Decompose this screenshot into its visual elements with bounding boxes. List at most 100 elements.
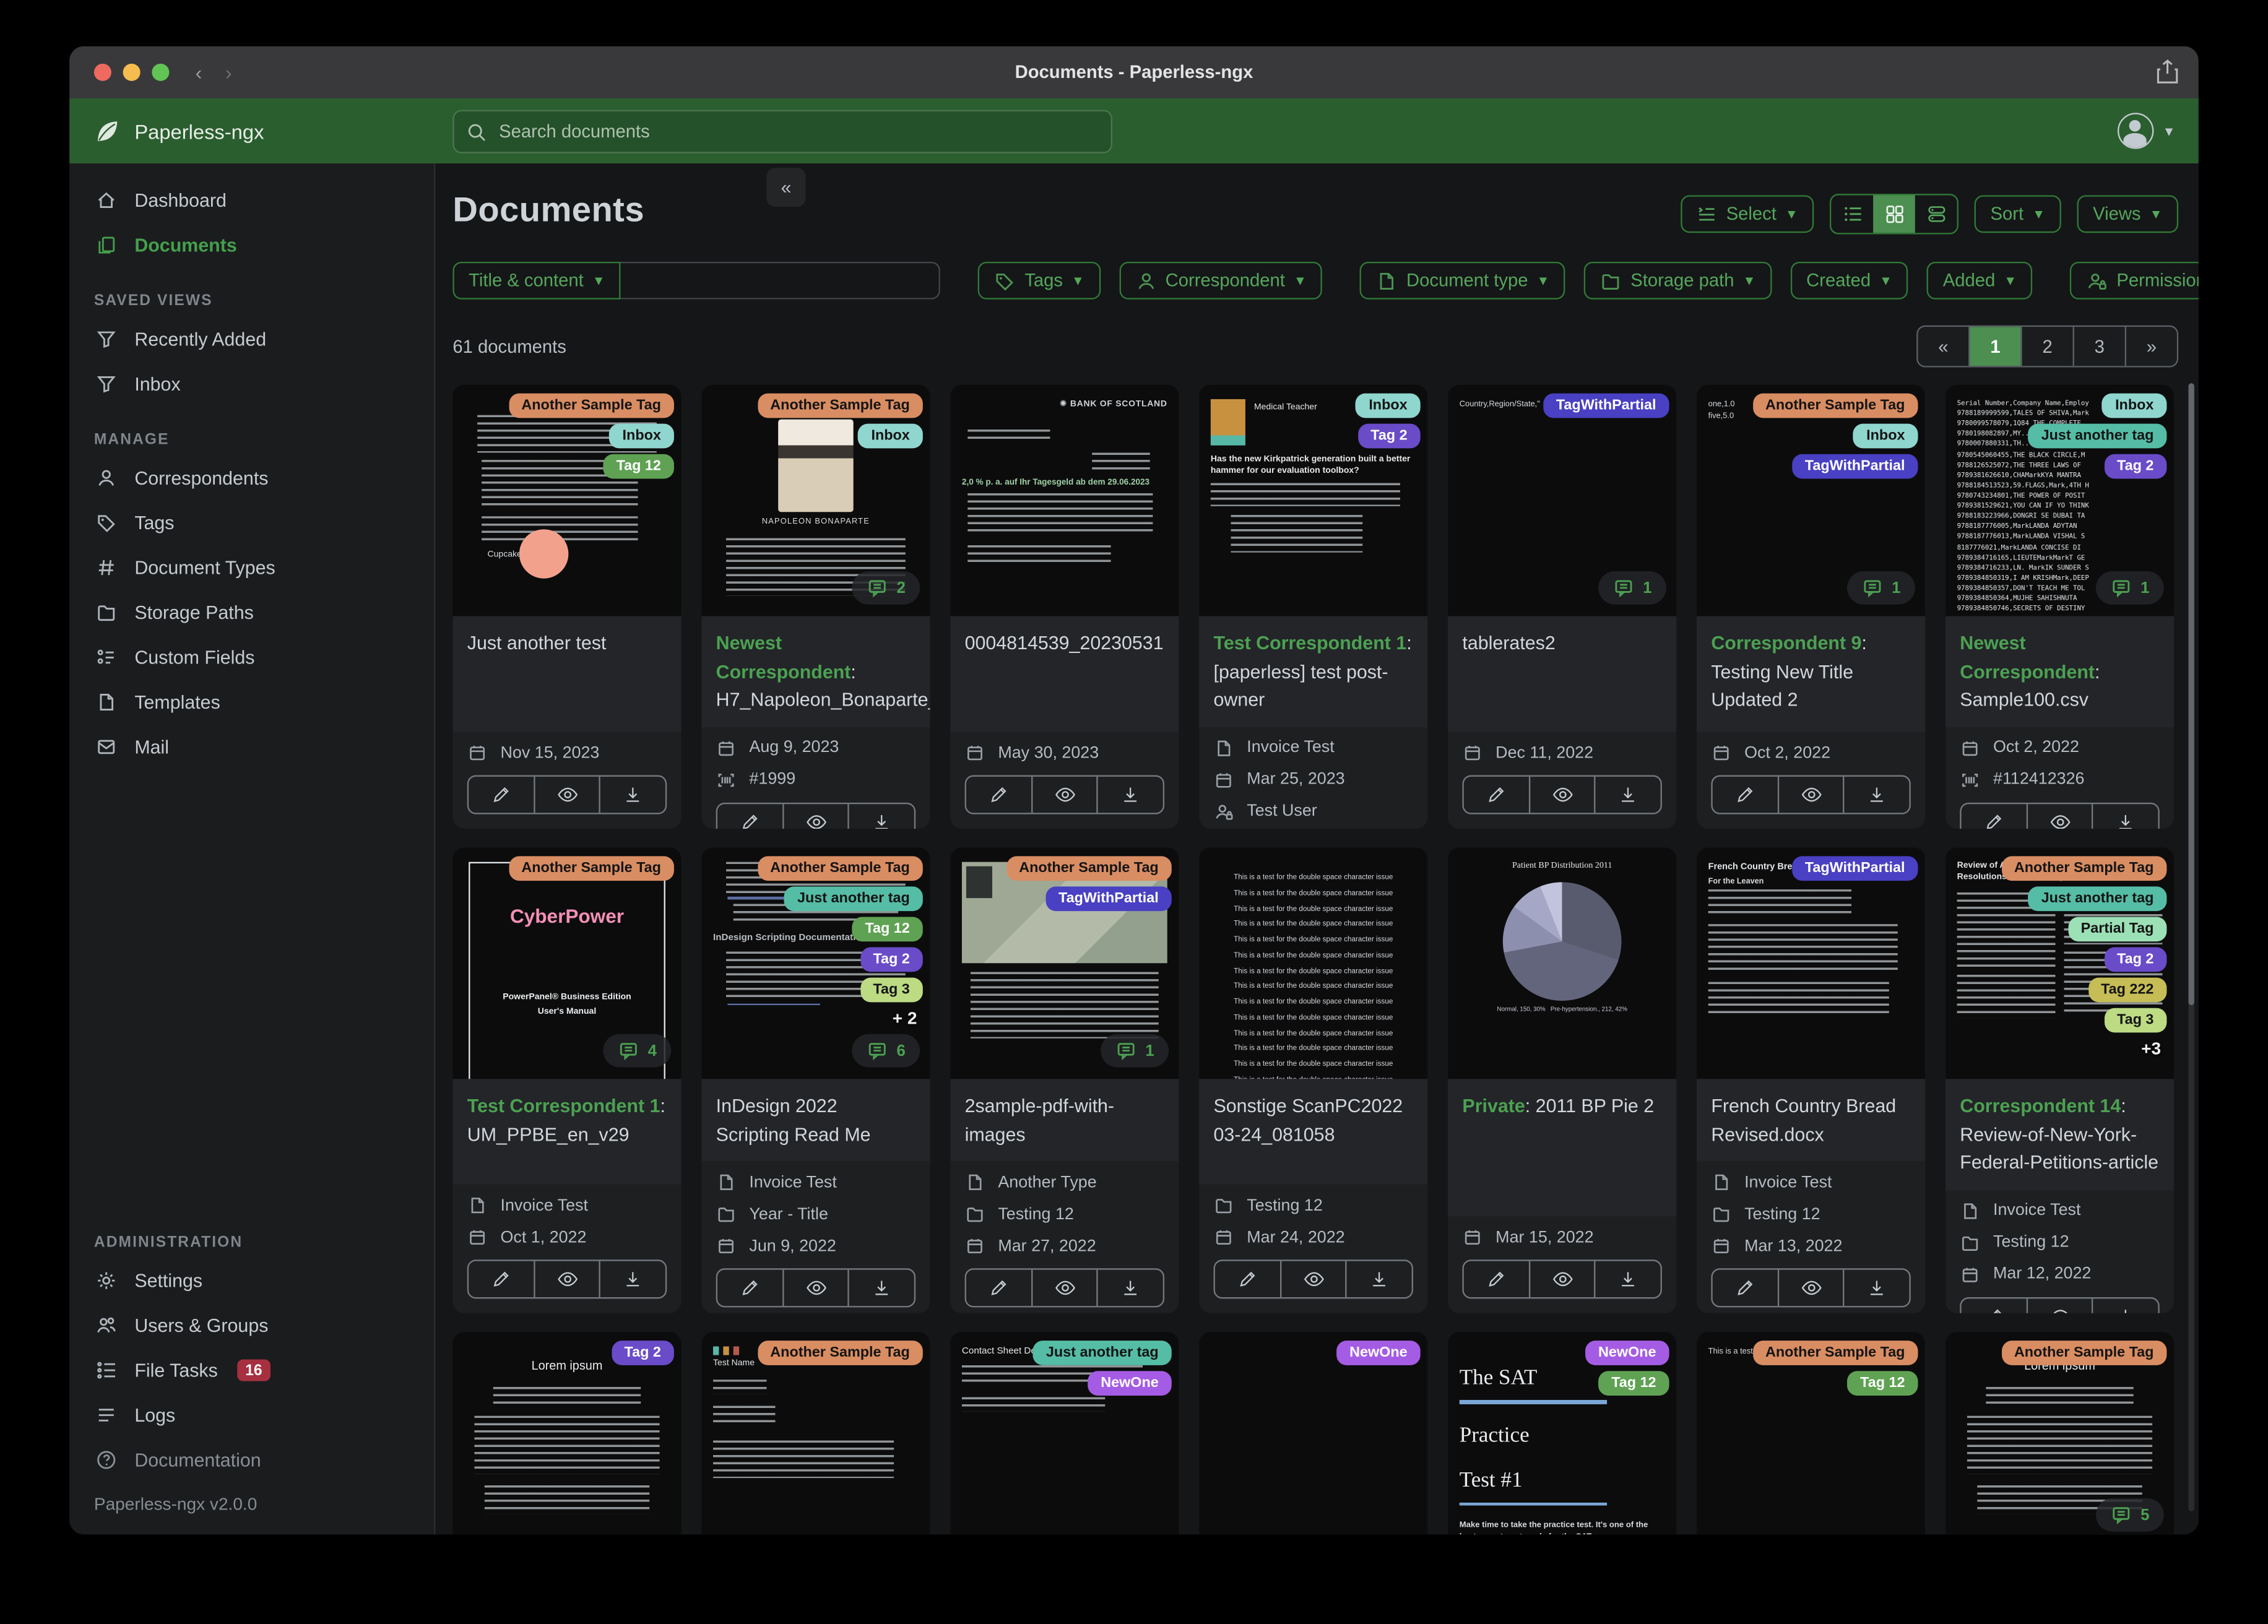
sidebar-item-tags[interactable]: Tags [69, 501, 434, 545]
preview-button[interactable] [1031, 1269, 1097, 1307]
document-card[interactable]: Another Sample Tag TagWithPartial 1 2samp… [950, 847, 1179, 1313]
preview-button[interactable] [782, 1269, 848, 1307]
tag-badge[interactable]: Just another tag [1032, 1341, 1172, 1365]
pagination-page-1[interactable]: 1 [1968, 327, 2021, 366]
download-button[interactable] [1097, 776, 1163, 813]
sidebar-item-mail[interactable]: Mail [69, 725, 434, 769]
document-title[interactable]: Sonstige ScanPC2022 03-24_081058 [1199, 1079, 1428, 1185]
views-button[interactable]: Views ▼ [2077, 195, 2179, 233]
sidebar-item-templates[interactable]: Templates [69, 680, 434, 724]
tag-badge[interactable]: Inbox [1853, 423, 1918, 449]
filter-text-input[interactable] [621, 261, 941, 300]
tag-badge[interactable]: Tag 2 [1357, 423, 1421, 449]
content-scrollbar[interactable] [2188, 383, 2194, 1511]
document-card[interactable]: Medical Teacher Has the new Kirkpatrick g… [1199, 384, 1428, 829]
pagination-page-3[interactable]: 3 [2072, 327, 2125, 366]
tag-badge[interactable]: TagWithPartial [1543, 393, 1669, 418]
tag-badge[interactable]: Just another tag [2028, 423, 2167, 449]
sidebar-item-users-groups[interactable]: Users & Groups [69, 1303, 434, 1347]
app-brand[interactable]: Paperless-ngx [93, 116, 264, 145]
tag-badge[interactable]: Just another tag [784, 886, 923, 912]
preview-button[interactable] [1279, 1261, 1346, 1298]
search-input[interactable] [496, 119, 1098, 144]
filter-created-button[interactable]: Created ▼ [1790, 261, 1908, 300]
document-title[interactable]: Just another test [452, 616, 682, 732]
tag-badge[interactable]: Another Sample Tag [1006, 856, 1172, 881]
preview-button[interactable] [1777, 776, 1843, 813]
sidebar-item-document-types[interactable]: Document Types [69, 545, 434, 590]
document-card[interactable]: Serial Number,Company Name,Employ 978818… [1945, 384, 2175, 829]
download-button[interactable] [848, 803, 914, 829]
preview-button[interactable] [782, 803, 848, 829]
tag-badge[interactable]: Tag 12 [1847, 1371, 1918, 1396]
filter-tags-button[interactable]: Tags ▼ [978, 261, 1101, 300]
preview-button[interactable] [533, 776, 599, 813]
download-button[interactable] [599, 1261, 665, 1298]
tag-badge[interactable]: Inbox [858, 423, 923, 449]
document-title[interactable]: Correspondent 9: Testing New Title Updat… [1696, 616, 1926, 732]
document-correspondent[interactable]: Test Correspondent 1 [467, 1095, 660, 1116]
edit-button[interactable] [1464, 777, 1528, 813]
document-card[interactable]: French Country Bread For the Leaven TagWi… [1696, 847, 1926, 1313]
sidebar-item-correspondents[interactable]: Correspondents [69, 456, 434, 500]
document-correspondent[interactable]: Private [1462, 1095, 1525, 1116]
tag-badge[interactable]: TagWithPartial [1791, 856, 1918, 881]
tag-badge[interactable]: Another Sample Tag [508, 393, 674, 418]
tag-badge[interactable]: Tag 12 [603, 454, 674, 479]
select-button[interactable]: Select ▼ [1681, 195, 1814, 233]
tag-badge[interactable]: Inbox [2102, 393, 2167, 418]
document-title[interactable]: Private: 2011 BP Pie 2 [1448, 1079, 1677, 1217]
tag-badge[interactable]: NewOne [1088, 1371, 1172, 1396]
global-search[interactable] [452, 110, 1112, 153]
tag-badge[interactable]: Partial Tag [2067, 917, 2167, 942]
edit-button[interactable] [1464, 1261, 1528, 1297]
sidebar-collapse-button[interactable]: « [766, 168, 806, 207]
sidebar-item-documents[interactable]: Documents [69, 223, 434, 267]
document-correspondent[interactable]: Test Correspondent 1 [1214, 632, 1407, 654]
sort-button[interactable]: Sort ▼ [1974, 195, 2061, 233]
sidebar-item-logs[interactable]: Logs [69, 1393, 434, 1437]
tag-badge[interactable]: Tag 2 [2104, 454, 2167, 479]
sidebar-item-file-tasks[interactable]: File Tasks 16 [69, 1348, 434, 1393]
view-grid-button[interactable] [1873, 195, 1916, 233]
document-card[interactable]: Country,Region/State," TagWithPartial 1 … [1448, 384, 1677, 829]
filter-added-button[interactable]: Added ▼ [1927, 261, 2033, 300]
document-title[interactable]: 0004814539_20230531 [950, 616, 1179, 732]
filter-permissions-button[interactable]: Permissions▼ [2070, 261, 2199, 300]
document-title[interactable]: InDesign 2022 Scripting Read Me [701, 1079, 930, 1162]
document-title[interactable]: 2sample-pdf-with-images [950, 1079, 1179, 1162]
sidebar-item-storage-paths[interactable]: Storage Paths [69, 590, 434, 634]
view-list-button[interactable] [1832, 195, 1874, 233]
filter-storage-path-button[interactable]: Storage path ▼ [1584, 261, 1772, 300]
preview-button[interactable] [1031, 776, 1097, 813]
tag-badge[interactable]: Tag 2 [611, 1341, 674, 1365]
document-card[interactable]: This is a test Another Sample Tag Tag 12 [1696, 1332, 1926, 1535]
tag-badge[interactable]: Tag 222 [2088, 977, 2167, 1003]
edit-button[interactable] [1713, 777, 1777, 813]
document-card[interactable]: Patient BP Distribution 2011 Normal, 150,… [1448, 847, 1677, 1313]
sidebar-item-custom-fields[interactable]: Custom Fields [69, 635, 434, 680]
document-title[interactable]: Correspondent 14: Review-of-New-York-Fed… [1945, 1079, 2175, 1190]
preview-button[interactable] [2025, 803, 2092, 829]
tag-badge[interactable]: Another Sample Tag [2001, 1341, 2167, 1365]
document-card[interactable]: ✺ BANK OF SCOTLAND 2,0 % p. a. auf Ihr Ta… [950, 384, 1179, 829]
sidebar-item-dashboard[interactable]: Dashboard [69, 178, 434, 222]
sidebar-item-settings[interactable]: Settings [69, 1258, 434, 1303]
tag-badge[interactable]: Tag 3 [860, 977, 923, 1003]
tag-badge[interactable]: Another Sample Tag [508, 856, 674, 881]
tag-badge[interactable]: Another Sample Tag [1752, 393, 1918, 418]
document-title[interactable]: Test Correspondent 1: [paperless] test p… [1199, 616, 1428, 727]
download-button[interactable] [599, 776, 665, 813]
sidebar-item-inbox[interactable]: Inbox [69, 361, 434, 406]
document-card[interactable]: one,1.0 five,5.0 Another Sample Tag Inbox… [1696, 384, 1926, 829]
edit-button[interactable] [717, 1270, 782, 1306]
document-card[interactable]: Lorem ipsum Tag 2 [452, 1332, 682, 1535]
tag-badge[interactable]: Tag 12 [1598, 1371, 1669, 1396]
document-title[interactable]: French Country Bread Revised.docx [1696, 1079, 1926, 1162]
download-button[interactable] [1594, 776, 1661, 813]
user-menu[interactable]: ▼ [2118, 113, 2175, 149]
document-title[interactable]: Test Correspondent 1: UM_PPBE_en_v29 [452, 1079, 682, 1185]
sidebar-item-documentation[interactable]: Documentation [69, 1438, 434, 1482]
download-button[interactable] [1843, 1269, 1910, 1307]
preview-button[interactable] [1528, 1261, 1595, 1298]
